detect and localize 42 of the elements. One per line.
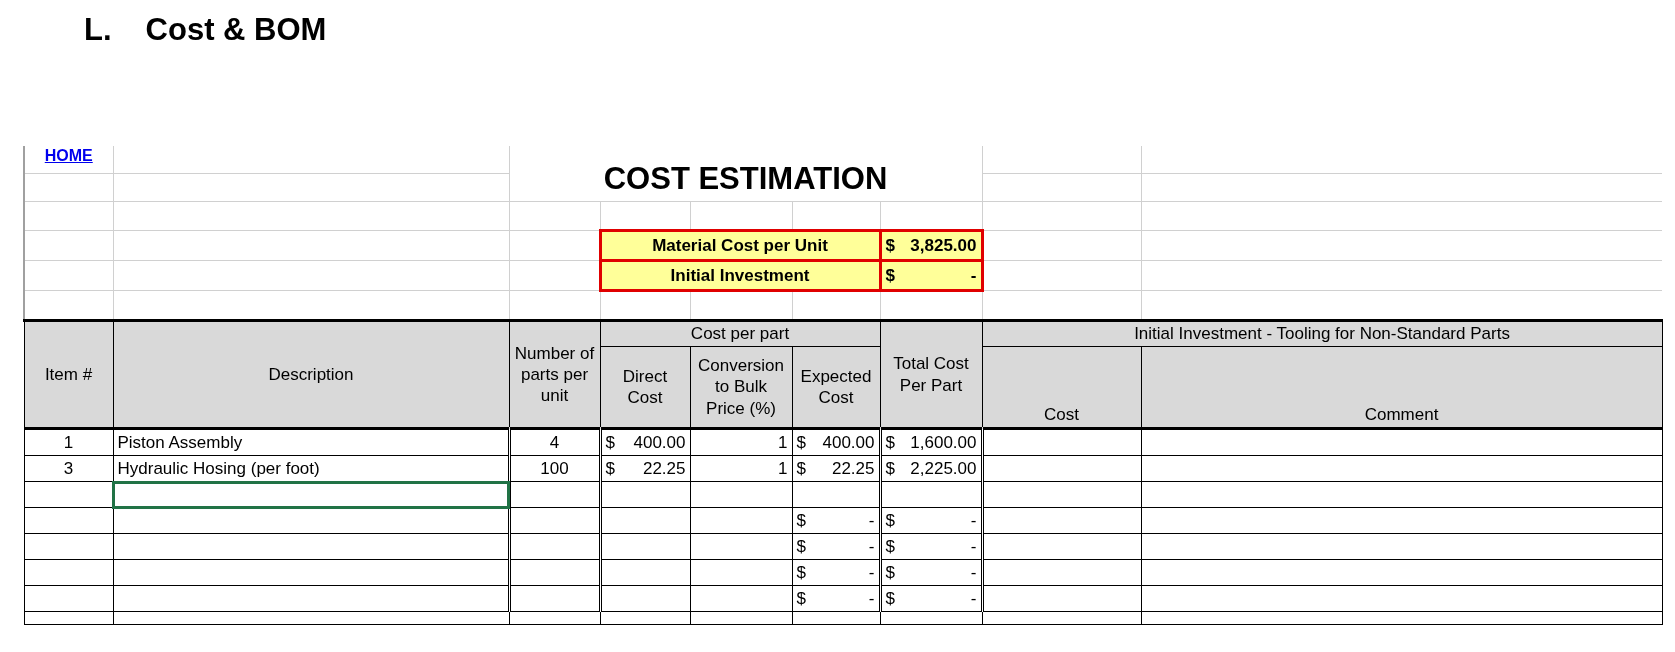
table-cell: $ 22.25 [796,458,875,479]
section-number: L. [84,12,112,49]
table-cell: $ 1,600.00 [885,432,977,453]
summary-label: Initial Investment [600,260,880,291]
column-header: Total Cost Per Part [880,320,982,429]
table-cell: $ - [796,562,875,583]
column-header: Expected Cost [792,346,880,429]
summary-value: $ 3,825.00 [880,230,982,261]
table-cell: $ - [796,588,875,609]
table-cell: $ - [885,562,977,583]
table-cell: $ - [885,588,977,609]
table-cell: 4 [549,432,560,452]
sheet-title: COST ESTIMATION [509,146,982,202]
section-title: Cost & BOM [145,12,327,49]
table-cell: $ - [796,510,875,531]
column-header: Direct Cost [600,346,690,429]
selected-cell[interactable] [113,481,509,508]
table-cell: 1 [778,432,788,452]
summary-value: $ - [880,260,982,291]
table-cell: 1 [63,432,74,452]
column-group-header: Cost per part [600,320,880,347]
table-cell: $ - [796,536,875,557]
table-cell: $ - [885,510,977,531]
table-cell: $ 22.25 [605,458,686,479]
column-group-header: Initial Investment - Tooling for Non-Standard Parts [982,320,1662,347]
table-cell: $ 400.00 [796,432,875,453]
table-cell: Piston Assembly [117,432,243,452]
column-header: Number of parts per unit [509,320,600,429]
column-header: Description [113,320,509,429]
table-cell: 3 [63,458,74,478]
table-cell: $ 400.00 [605,432,686,453]
table-cell: 100 [540,458,569,478]
home-link[interactable]: HOME [44,147,93,164]
table-cell: $ 2,225.00 [885,458,977,479]
table-cell: Hydraulic Hosing (per foot) [117,458,320,478]
column-header: Conversion to Bulk Price (%) [690,346,792,429]
column-header: Comment [1141,346,1662,429]
summary-label: Material Cost per Unit [600,230,880,261]
column-header: Cost [982,346,1141,429]
column-header: Item # [24,320,113,429]
table-cell: $ - [885,536,977,557]
table-cell: 1 [778,458,788,478]
